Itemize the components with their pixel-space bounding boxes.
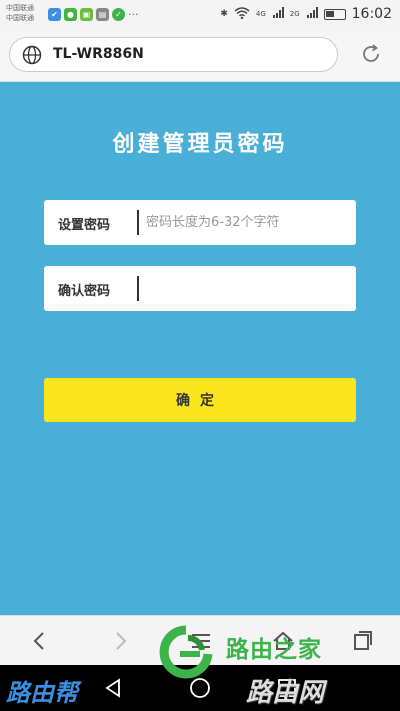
android-back-icon[interactable] <box>101 676 125 700</box>
shield-icon: ✓ <box>112 8 125 21</box>
clock: 16:02 <box>351 6 392 22</box>
battery-icon <box>323 8 346 20</box>
signal-4g: 4G <box>255 10 266 18</box>
back-icon[interactable] <box>27 628 53 654</box>
confirm-button[interactable]: 确定 <box>44 378 356 422</box>
confirm-password-input[interactable] <box>146 271 346 306</box>
confirm-password-field: 确认密码 <box>44 266 356 311</box>
page-title: 创建管理员密码 <box>112 132 288 157</box>
reload-icon[interactable] <box>360 43 382 65</box>
set-password-label: 设置密码 <box>58 218 111 233</box>
page-content: 创建管理员密码 设置密码 确认密码 确定 <box>0 82 400 615</box>
bluetooth-icon: ✱ <box>220 9 228 19</box>
carrier-1: 中国联通 <box>6 4 34 12</box>
set-password-input[interactable] <box>146 205 346 240</box>
url-text: TL-WR886N <box>53 46 144 62</box>
watermark-left: 路由帮 <box>6 679 78 707</box>
wifi-icon <box>234 6 250 22</box>
tabs-icon[interactable] <box>350 628 376 654</box>
set-password-field: 设置密码 <box>44 200 356 245</box>
globe-icon <box>22 45 42 65</box>
field-separator <box>137 210 139 235</box>
browser-toolbar: TL-WR886N <box>0 32 400 82</box>
signal-icon <box>306 6 318 22</box>
notification-app-icon: ✔ <box>48 8 61 21</box>
system-icons: ✱ 4G 2G 16:02 <box>220 6 392 22</box>
confirm-password-label: 确认密码 <box>58 284 111 299</box>
forward-icon[interactable] <box>107 628 133 654</box>
watermark-right-top: 路由之家 <box>226 637 322 663</box>
status-bar: 中国联通 中国联通 ✔ ● ▣ ▤ ✓ ··· ✱ 4G 2G 16:02 <box>0 0 400 32</box>
signal-2g: 2G <box>289 10 300 18</box>
address-bar[interactable]: TL-WR886N <box>9 37 338 72</box>
watermark-logo-icon <box>159 625 213 679</box>
wechat-icon: ● <box>64 8 77 21</box>
watermark-right-bottom: 路由网 <box>246 678 325 708</box>
notification-app-icon: ▣ <box>80 8 93 21</box>
carrier-2: 中国联通 <box>6 14 34 22</box>
carrier-info: 中国联通 中国联通 <box>6 3 34 23</box>
field-separator <box>137 276 139 301</box>
more-notifications-icon: ··· <box>128 8 139 21</box>
signal-icon <box>272 6 284 22</box>
notification-icons: ✔ ● ▣ ▤ ✓ ··· <box>48 8 139 21</box>
gallery-icon: ▤ <box>96 8 109 21</box>
